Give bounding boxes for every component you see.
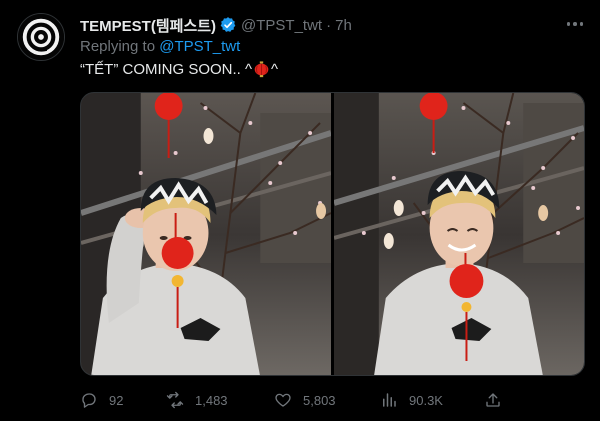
tweet-text: “TẾT” COMING SOON.. ^ ^ [80,61,278,78]
retweet-button[interactable]: 1,483 [166,389,228,411]
tweet[interactable]: TEMPEST(템페스트) @TPST_twt · 7h Replying to… [0,0,600,421]
red-lantern-emoji-icon [253,61,270,78]
media-photo-2[interactable] [334,93,584,375]
retweet-icon [166,391,184,409]
reply-count: 92 [109,392,124,408]
more-options-button[interactable] [563,14,587,34]
tweet-timestamp[interactable]: 7h [335,17,352,34]
photo-image [334,93,584,375]
tempest-logo-icon [18,14,64,60]
share-button[interactable] [484,389,502,411]
replying-prefix: Replying to [80,38,160,55]
retweet-count: 1,483 [195,392,228,408]
dot-icon [573,22,577,26]
reply-icon [82,393,96,408]
views-button[interactable]: 90.3K [380,389,443,411]
media-grid [80,92,585,376]
share-icon [486,393,500,407]
tweet-text-after: ^ [271,61,279,78]
avatar[interactable] [17,13,65,61]
like-count: 5,803 [303,392,336,408]
views-chart-icon [383,393,396,407]
tweet-header: TEMPEST(템페스트) @TPST_twt · 7h [80,15,352,35]
tweet-text-before: “TẾT” COMING SOON.. ^ [80,61,253,78]
dot-icon [566,22,571,26]
author-display-name[interactable]: TEMPEST(템페스트) [80,15,216,36]
verified-badge-icon [219,16,237,34]
like-button[interactable]: 5,803 [274,389,336,411]
replying-mention-link[interactable]: @TPST_twt [159,38,240,55]
separator-dot: · [326,16,332,34]
replying-to: Replying to @TPST_twt [80,38,240,55]
media-photo-1[interactable] [81,93,331,375]
views-count: 90.3K [409,392,443,408]
dot-icon [579,22,584,26]
author-handle[interactable]: @TPST_twt [241,17,322,34]
tweet-actions: 92 1,483 5,803 90.3K [80,389,520,411]
heart-icon [275,393,291,407]
reply-button[interactable]: 92 [80,389,123,411]
photo-image [81,93,331,375]
